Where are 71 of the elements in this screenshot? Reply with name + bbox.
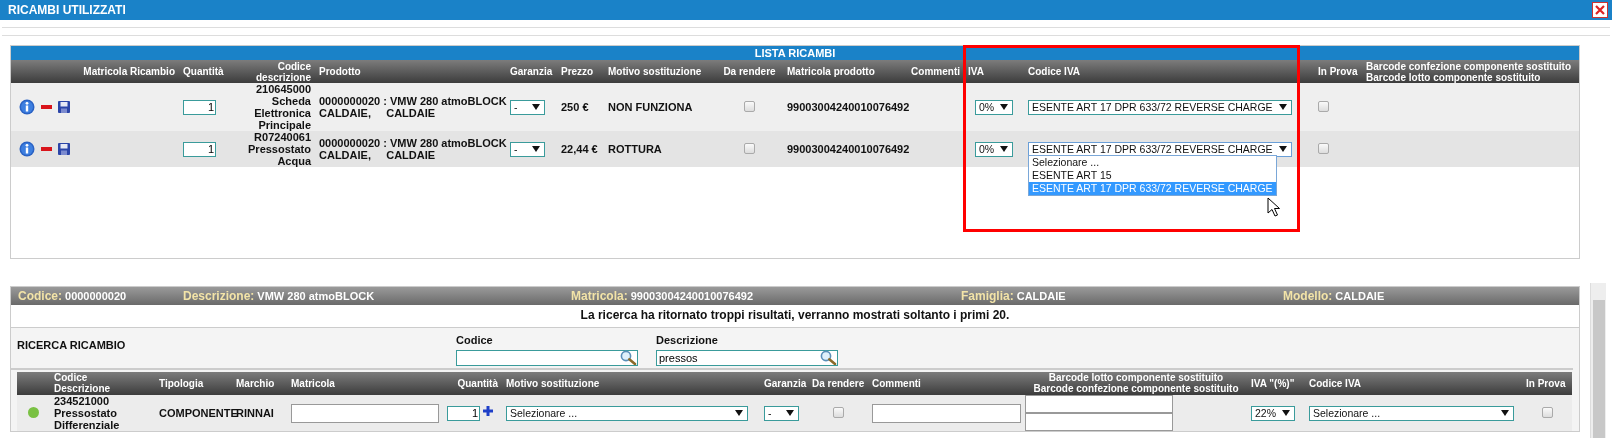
table-cell: 22,44 € [561, 143, 598, 155]
field-label: Modello: [1283, 288, 1333, 305]
notice-text: La ricerca ha ritornato troppi risultati, verranno mostrati soltanto i primi 20. [580, 308, 1010, 322]
column-header: Quantità [183, 66, 224, 77]
quantity-field[interactable]: 1 [447, 405, 480, 421]
table-cell: R07240061 Pressostato Acqua [248, 131, 311, 167]
column-header: Codice Descrizione [54, 372, 111, 394]
dropdown[interactable]: 0% [974, 141, 1014, 157]
column-header: Da rendere [812, 377, 865, 389]
column-header: Codice descrizione [255, 60, 311, 83]
field-value: 99003004240010076492 [630, 289, 754, 304]
column-header: Tipologia [159, 377, 204, 389]
dropdown[interactable]: - [510, 99, 545, 115]
column-header: Quantità [457, 377, 498, 389]
quantity-field[interactable]: 1 [183, 99, 216, 115]
column-header: Matricola [291, 377, 335, 389]
column-header: Garanzia [510, 66, 553, 77]
column-header: IVA [968, 66, 984, 77]
table-cell: NON FUNZIONA [608, 101, 693, 113]
column-header: Barcode confezione componente sostituito Barcode lotto componente sostituito [1366, 60, 1572, 83]
dropdown[interactable]: 0% [974, 99, 1014, 115]
window-title: RICAMBI UTILIZZATI [8, 2, 126, 19]
quantity-field[interactable]: 1 [183, 141, 216, 157]
dropdown[interactable]: ESENTE ART 17 DPR 633/72 REVERSE CHARGE [1028, 99, 1292, 115]
field-value: 0000000020 [65, 289, 127, 304]
column-header: In Prova [1318, 66, 1358, 77]
table-cell: 0000000020 : VMW 280 atmoBLOCK CALDAIE, CALDAIE [319, 137, 507, 161]
dropdown[interactable]: - [764, 405, 799, 421]
dropdown-option[interactable]: ESENTE ART 15 [1029, 169, 1276, 182]
table-cell: COMPONENTE [159, 407, 238, 419]
section-title: RICERCA RICAMBIO [17, 338, 127, 353]
field-label: Matricola: [571, 288, 628, 305]
section-title: LISTA RICAMBI [754, 47, 836, 59]
column-header: Codice IVA [1028, 66, 1081, 77]
table-cell: 0000000020 : VMW 280 atmoBLOCK CALDAIE, CALDAIE [319, 95, 507, 119]
column-header: Matricola prodotto [787, 66, 875, 77]
field-value: CALDAIE [1335, 289, 1385, 304]
field-value: CALDAIE [1016, 289, 1066, 304]
dropdown[interactable]: Selezionare ... [506, 405, 748, 421]
table-cell: 210645000 Scheda Elettronica Principale [254, 83, 311, 131]
field-value: VMW 280 atmoBLOCK [257, 289, 375, 304]
table-cell: 250 € [561, 101, 589, 113]
dropdown[interactable]: Selezionare ... [1309, 405, 1514, 421]
column-header: Codice IVA [1309, 377, 1362, 389]
column-header: Prezzo [561, 66, 594, 77]
field-label: Codice: [18, 288, 62, 305]
field-label: Descrizione: [183, 288, 255, 305]
field-label: Codice [456, 333, 494, 348]
table-cell: 234521000 Pressostato Differenziale [54, 395, 120, 431]
table-cell: 99003004240010076492 [787, 101, 910, 113]
field-label: Descrizione [656, 333, 719, 348]
column-header: In Prova [1526, 377, 1566, 389]
dropdown[interactable]: - [510, 141, 545, 157]
column-header: Matricola Ricambio [83, 66, 175, 77]
table-cell: ROTTURA [608, 143, 662, 155]
column-header: Commenti [911, 66, 960, 77]
column-header: IVA "(%)" [1251, 377, 1295, 389]
column-header: Marchio [236, 377, 275, 389]
column-header: Commenti [872, 377, 921, 389]
column-header: Garanzia [764, 377, 807, 389]
column-header: Prodotto [319, 66, 361, 77]
column-header: Da rendere [723, 66, 776, 77]
table-cell: RINNAI [236, 407, 274, 419]
column-header: Motivo sostituzione [608, 66, 702, 77]
column-header: Barcode lotto componente sostituito Barcode confezione componente sostituito [1033, 372, 1239, 394]
field-label: Famiglia: [961, 288, 1014, 305]
dropdown[interactable]: 22% [1251, 405, 1295, 421]
table-cell: 99003004240010076492 [787, 143, 910, 155]
search-field[interactable]: pressos [656, 349, 838, 366]
column-header: Motivo sostituzione [506, 377, 600, 389]
dropdown-option[interactable]: Selezionare ... [1029, 156, 1276, 169]
